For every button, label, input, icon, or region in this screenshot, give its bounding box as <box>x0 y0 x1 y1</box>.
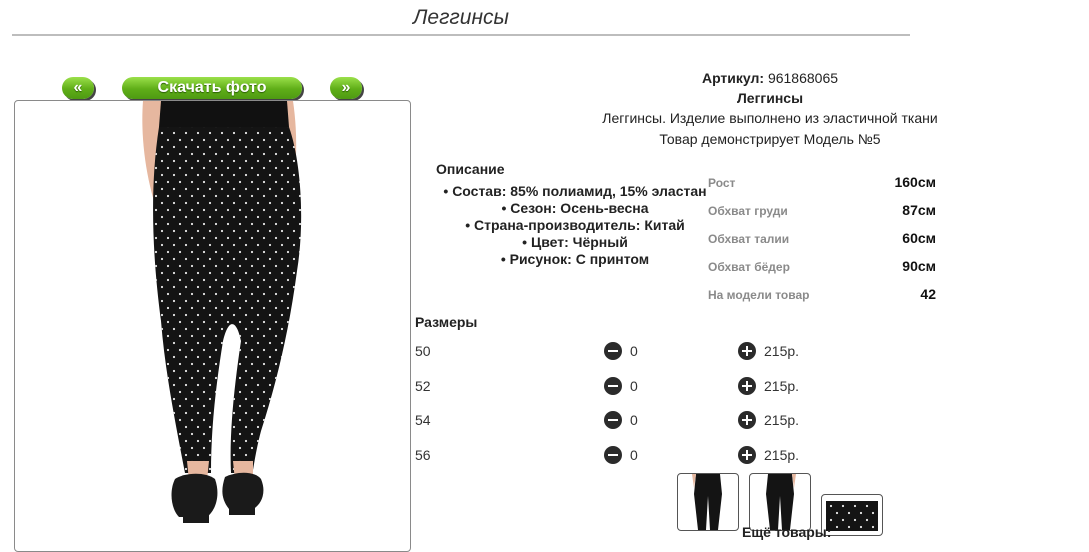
article-label: Артикул: <box>701 70 765 86</box>
size-label: 56 <box>415 447 431 463</box>
sizes-heading: Размеры <box>415 314 478 330</box>
model-note: Товар демонстрирует Модель №5 <box>659 131 881 147</box>
size-row: 50 0 215р. <box>415 342 815 363</box>
measure-value: 42 <box>920 286 936 302</box>
title-divider <box>12 34 910 36</box>
description-heading: Описание <box>436 161 505 177</box>
price-value: 215р. <box>764 447 800 463</box>
prev-photo-button[interactable]: « <box>62 77 94 99</box>
measure-value: 87см <box>902 202 936 218</box>
measure-label: Обхват бёдер <box>708 260 790 274</box>
minus-icon[interactable] <box>604 377 622 395</box>
description-item: Цвет: Чёрный <box>415 234 735 251</box>
model-measure-row: На модели товар 42 <box>708 286 936 302</box>
size-row: 54 0 215р. <box>415 411 815 432</box>
model-measure-row: Рост 160см <box>708 174 936 190</box>
size-row: 52 0 215р. <box>415 377 815 398</box>
quantity-value: 0 <box>630 343 638 359</box>
download-photo-button[interactable]: Скачать фото <box>122 77 302 99</box>
quantity-value: 0 <box>630 378 638 394</box>
quantity-value: 0 <box>630 447 638 463</box>
measure-value: 160см <box>894 174 936 190</box>
size-label: 54 <box>415 412 431 428</box>
leggings-photo-illustration <box>142 101 302 523</box>
measure-label: Обхват талии <box>708 232 790 246</box>
plus-icon[interactable] <box>738 411 756 429</box>
measure-value: 60см <box>902 230 936 246</box>
measure-label: На модели товар <box>708 288 810 302</box>
price-value: 215р. <box>764 412 800 428</box>
description-item: Страна-производитель: Китай <box>415 217 735 234</box>
page-title: Леггинсы <box>413 6 509 29</box>
measure-label: Рост <box>708 176 736 190</box>
product-photo <box>14 100 411 552</box>
more-products-label: Ещё товары: <box>742 524 832 540</box>
plus-icon[interactable] <box>738 342 756 360</box>
plus-icon[interactable] <box>738 446 756 464</box>
price-value: 215р. <box>764 343 800 359</box>
measure-label: Обхват груди <box>708 204 788 218</box>
article-value: 961868065 <box>767 70 839 86</box>
model-measure-row: Обхват бёдер 90см <box>708 258 936 274</box>
next-photo-button[interactable]: » <box>330 77 362 99</box>
description-item: Сезон: Осень-весна <box>415 200 735 217</box>
thumbnail-image <box>766 474 796 530</box>
minus-icon[interactable] <box>604 342 622 360</box>
model-measure-row: Обхват талии 60см <box>708 230 936 246</box>
size-label: 50 <box>415 343 431 359</box>
minus-icon[interactable] <box>604 411 622 429</box>
quantity-value: 0 <box>630 412 638 428</box>
thumbnail[interactable] <box>749 473 811 531</box>
description-item: Рисунок: С принтом <box>415 251 735 268</box>
thumbnail-image <box>692 474 722 530</box>
plus-icon[interactable] <box>738 377 756 395</box>
product-summary: Леггинсы. Изделие выполнено из эластично… <box>602 110 938 126</box>
model-measure-row: Обхват груди 87см <box>708 202 936 218</box>
thumbnail[interactable] <box>677 473 739 531</box>
measure-value: 90см <box>902 258 936 274</box>
price-value: 215р. <box>764 378 800 394</box>
size-row: 56 0 215р. <box>415 446 815 467</box>
size-label: 52 <box>415 378 431 394</box>
product-name: Леггинсы <box>736 90 804 106</box>
article-line: Артикул: 961868065 <box>600 70 940 86</box>
description-list: Состав: 85% полиамид, 15% эластан Сезон:… <box>415 183 735 268</box>
minus-icon[interactable] <box>604 446 622 464</box>
description-item: Состав: 85% полиамид, 15% эластан <box>415 183 735 200</box>
